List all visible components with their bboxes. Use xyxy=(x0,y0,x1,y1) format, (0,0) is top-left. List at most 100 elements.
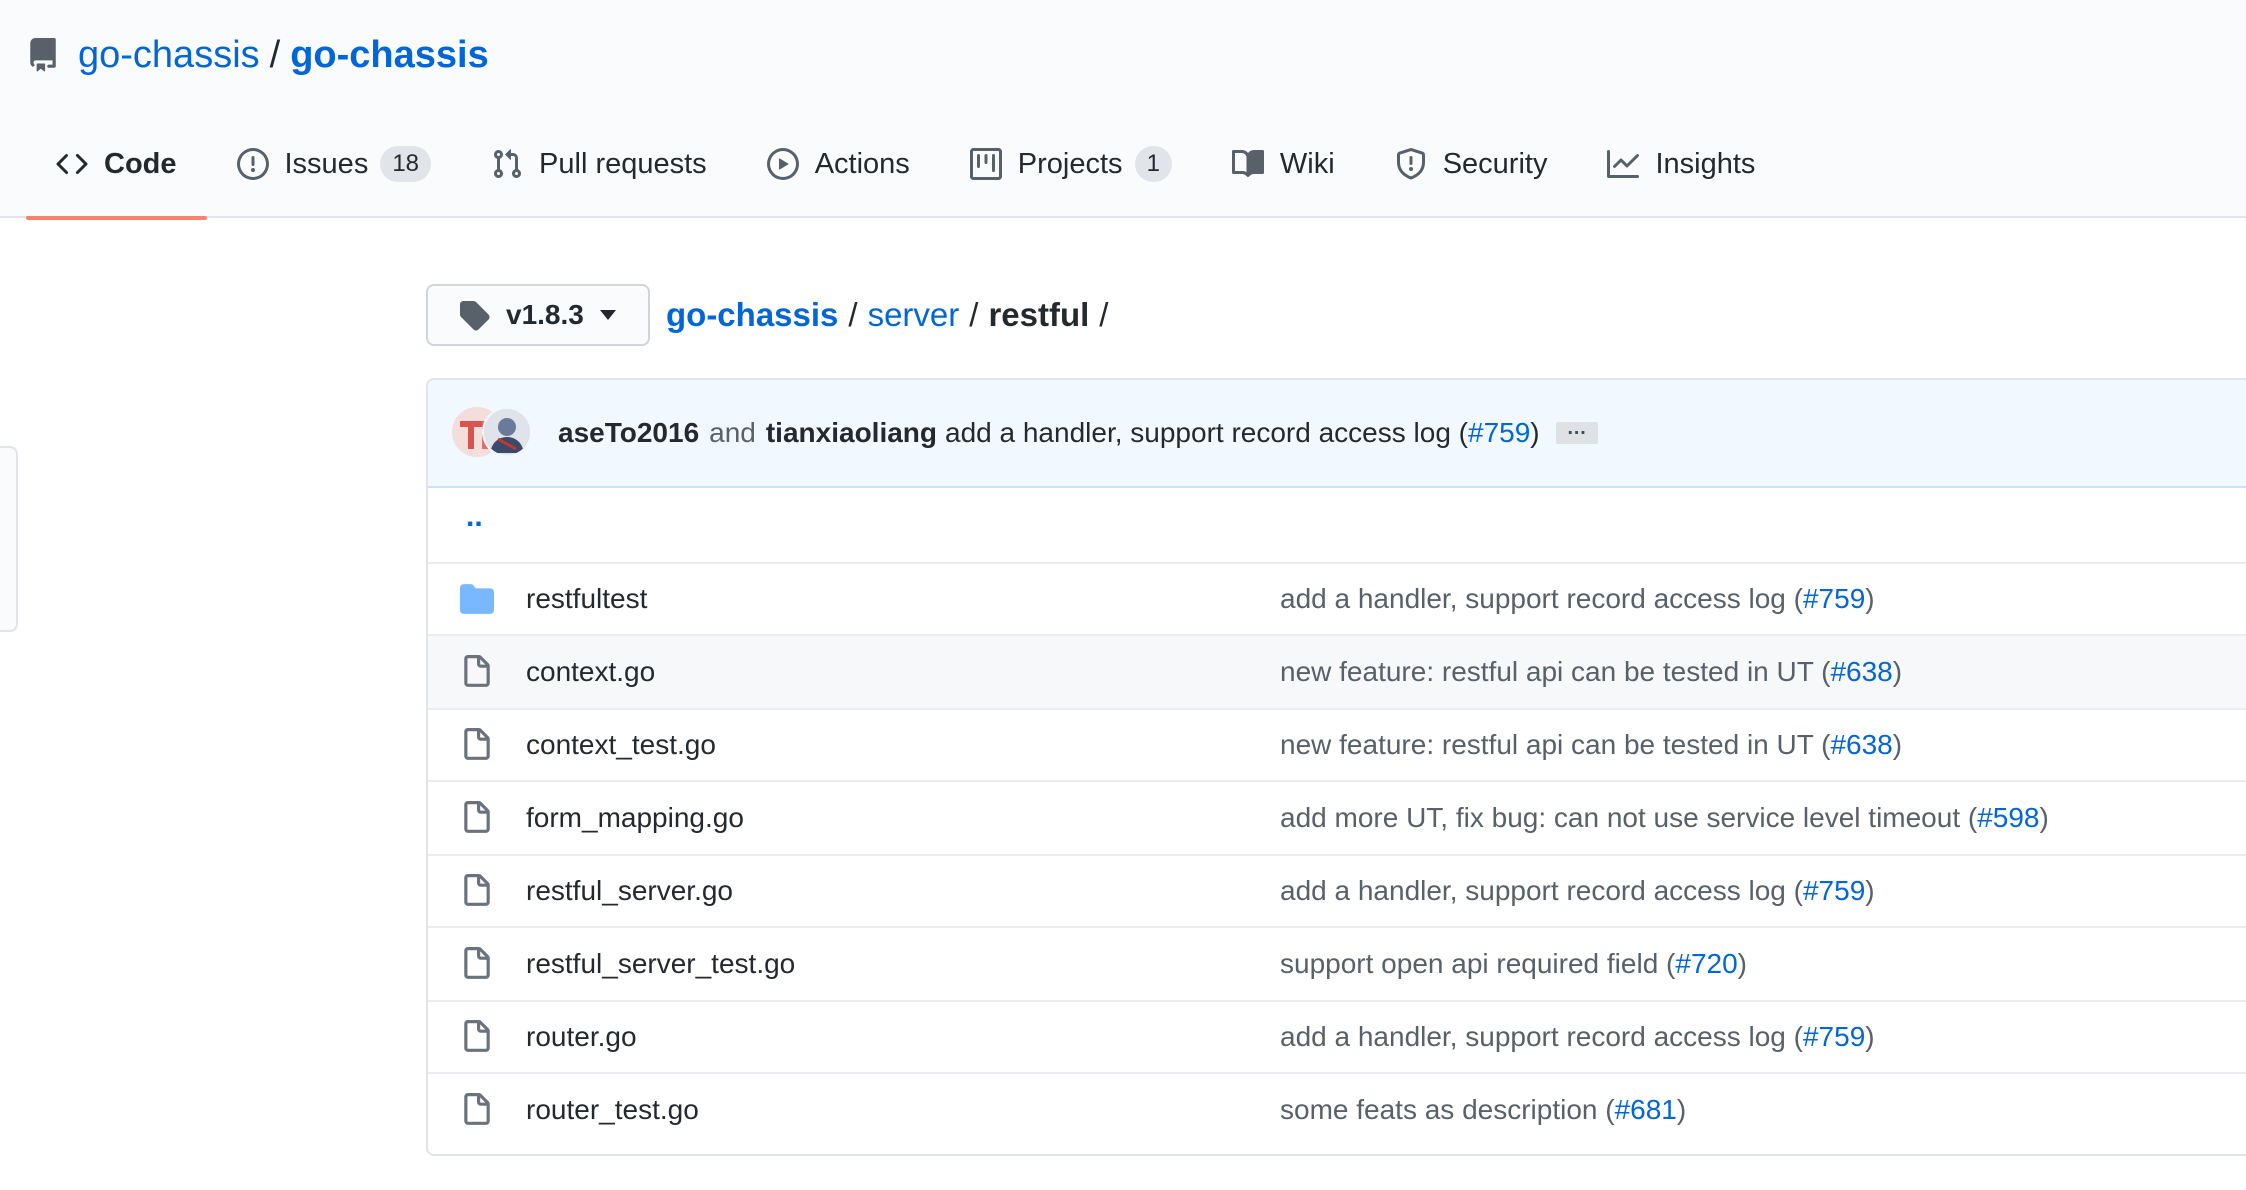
parent-dir-row[interactable]: .. xyxy=(428,488,2246,562)
repo-nav-tabs: Code Issues 18 Pull requests Actions Pro… xyxy=(26,136,1785,220)
graph-icon xyxy=(1607,150,1640,178)
file-row[interactable]: restfultest add a handler, support record… xyxy=(428,562,2246,634)
file-row[interactable]: form_mapping.go add more UT, fix bug: can… xyxy=(428,780,2246,854)
chevron-down-icon xyxy=(599,310,616,320)
file-commit-text: add more UT, fix bug: can not use servic… xyxy=(1280,802,1978,833)
repo-separator: / xyxy=(269,33,281,76)
breadcrumb-root-link[interactable]: go-chassis xyxy=(666,296,838,334)
breadcrumb-trailing-separator: / xyxy=(1099,296,1109,333)
file-commit-message[interactable]: new feature: restful api can be tested i… xyxy=(1280,656,1902,688)
file-name-link[interactable]: restfultest xyxy=(526,583,647,615)
file-commit-end: ) xyxy=(1865,875,1875,906)
sidebar-stub xyxy=(0,446,18,632)
tab-label: Projects xyxy=(1017,148,1123,180)
breadcrumb: go-chassis / server / restful / xyxy=(666,292,1118,338)
branch-select-button[interactable]: v1.8.3 xyxy=(426,284,650,346)
commit-message[interactable]: add a handler, support record access log… xyxy=(945,417,1540,449)
file-name-link[interactable]: router_test.go xyxy=(526,1094,699,1126)
file-icon xyxy=(464,947,490,979)
file-name-link[interactable]: router.go xyxy=(526,1021,637,1053)
file-commit-pr-link[interactable]: #759 xyxy=(1803,583,1865,614)
file-commit-pr-link[interactable]: #720 xyxy=(1675,948,1737,979)
file-icon xyxy=(464,1020,490,1052)
file-commit-end: ) xyxy=(1865,1021,1875,1052)
file-row[interactable]: restful_server_test.go support open api r… xyxy=(428,926,2246,1000)
file-commit-message[interactable]: support open api required field (#720) xyxy=(1280,948,1747,980)
file-commit-end: ) xyxy=(1676,1094,1687,1125)
commit-conjunction: and xyxy=(709,417,756,448)
file-commit-message[interactable]: some feats as description (#681) xyxy=(1280,1094,1686,1126)
file-commit-text: add a handler, support record access log… xyxy=(1280,1021,1803,1052)
file-commit-text: new feature: restful api can be tested i… xyxy=(1280,656,1831,687)
commit-pr-link[interactable]: #759 xyxy=(1468,417,1530,448)
git-pull-request-icon xyxy=(494,149,522,179)
file-row[interactable]: restful_server.go add a handler, support … xyxy=(428,854,2246,926)
tab-label: Code xyxy=(104,148,177,180)
commit-author-link[interactable]: aseTo2016 xyxy=(558,417,699,449)
file-commit-message[interactable]: add more UT, fix bug: can not use servic… xyxy=(1280,802,2049,834)
tab-label: Security xyxy=(1442,148,1548,180)
commit-message-end: ) xyxy=(1530,417,1540,448)
tab-pull-requests[interactable]: Pull requests xyxy=(461,136,737,218)
file-name-link[interactable]: context_test.go xyxy=(526,729,716,761)
breadcrumb-server-link[interactable]: server xyxy=(868,296,960,334)
parent-dir-link[interactable]: .. xyxy=(466,500,483,534)
file-name-link[interactable]: context.go xyxy=(526,656,655,688)
file-commit-pr-link[interactable]: #638 xyxy=(1830,656,1892,687)
file-listing: aseTo2016 and tianxiaoliang add a handle… xyxy=(426,378,2246,1156)
file-commit-text: new feature: restful api can be tested i… xyxy=(1280,729,1831,760)
file-commit-pr-link[interactable]: #638 xyxy=(1830,729,1892,760)
file-commit-message[interactable]: add a handler, support record access log… xyxy=(1280,875,1875,907)
shield-icon xyxy=(1396,148,1425,180)
repo-owner-link[interactable]: go-chassis xyxy=(78,34,260,77)
file-commit-pr-link[interactable]: #759 xyxy=(1803,1021,1865,1052)
tab-security[interactable]: Security xyxy=(1365,136,1578,218)
issue-opened-icon xyxy=(236,148,269,180)
file-row[interactable]: context_test.go new feature: restful api … xyxy=(428,708,2246,780)
tab-label: Pull requests xyxy=(539,148,707,180)
expand-commit-button[interactable]: … xyxy=(1555,418,1598,444)
commit-coauthor-link[interactable]: tianxiaoliang xyxy=(766,417,937,449)
file-row[interactable]: router.go add a handler, support record a… xyxy=(428,1000,2246,1072)
file-commit-pr-link[interactable]: #681 xyxy=(1615,1094,1677,1125)
file-name-link[interactable]: restful_server.go xyxy=(526,875,733,907)
play-icon xyxy=(766,148,799,180)
file-commit-end: ) xyxy=(2039,802,2049,833)
file-commit-message[interactable]: new feature: restful api can be tested i… xyxy=(1280,729,1902,761)
file-name-link[interactable]: form_mapping.go xyxy=(526,802,744,834)
breadcrumb-separator: / xyxy=(848,296,858,333)
tab-projects[interactable]: Projects 1 xyxy=(940,136,1202,218)
file-commit-pr-link[interactable]: #598 xyxy=(1977,802,2039,833)
file-icon xyxy=(464,874,490,906)
tab-actions[interactable]: Actions xyxy=(737,136,940,218)
file-commit-end: ) xyxy=(1737,948,1747,979)
file-icon xyxy=(464,655,490,687)
latest-commit-bar: aseTo2016 and tianxiaoliang add a handle… xyxy=(428,380,2246,488)
repo-name-link[interactable]: go-chassis xyxy=(290,34,489,77)
commit-avatars[interactable] xyxy=(452,407,532,459)
commit-message-text: add a handler, support record access log… xyxy=(945,417,1468,448)
file-commit-end: ) xyxy=(1892,729,1903,760)
tab-code[interactable]: Code xyxy=(26,136,207,220)
tab-wiki[interactable]: Wiki xyxy=(1202,136,1365,218)
file-commit-message[interactable]: add a handler, support record access log… xyxy=(1280,583,1875,615)
branch-label: v1.8.3 xyxy=(506,299,584,330)
file-commit-text: add a handler, support record access log… xyxy=(1280,875,1803,906)
book-icon xyxy=(1231,149,1264,177)
folder-icon xyxy=(460,584,494,614)
file-name-link[interactable]: restful_server_test.go xyxy=(526,948,795,980)
file-commit-message[interactable]: add a handler, support record access log… xyxy=(1280,1021,1875,1053)
file-icon xyxy=(464,1093,490,1125)
tab-insights[interactable]: Insights xyxy=(1577,136,1785,218)
tag-icon xyxy=(460,301,490,331)
file-row[interactable]: context.go new feature: restful api can b… xyxy=(428,634,2246,708)
breadcrumb-current: restful xyxy=(988,296,1090,333)
file-icon xyxy=(464,728,490,760)
tab-issues[interactable]: Issues 18 xyxy=(207,136,462,218)
repo-header: go-chassis / go-chassis Code Issues 18 P… xyxy=(0,0,2246,220)
tab-label: Actions xyxy=(814,148,910,180)
breadcrumb-separator: / xyxy=(969,296,979,333)
avatar[interactable] xyxy=(482,407,532,457)
file-commit-pr-link[interactable]: #759 xyxy=(1803,875,1865,906)
file-row[interactable]: router_test.go some feats as description … xyxy=(428,1072,2246,1146)
